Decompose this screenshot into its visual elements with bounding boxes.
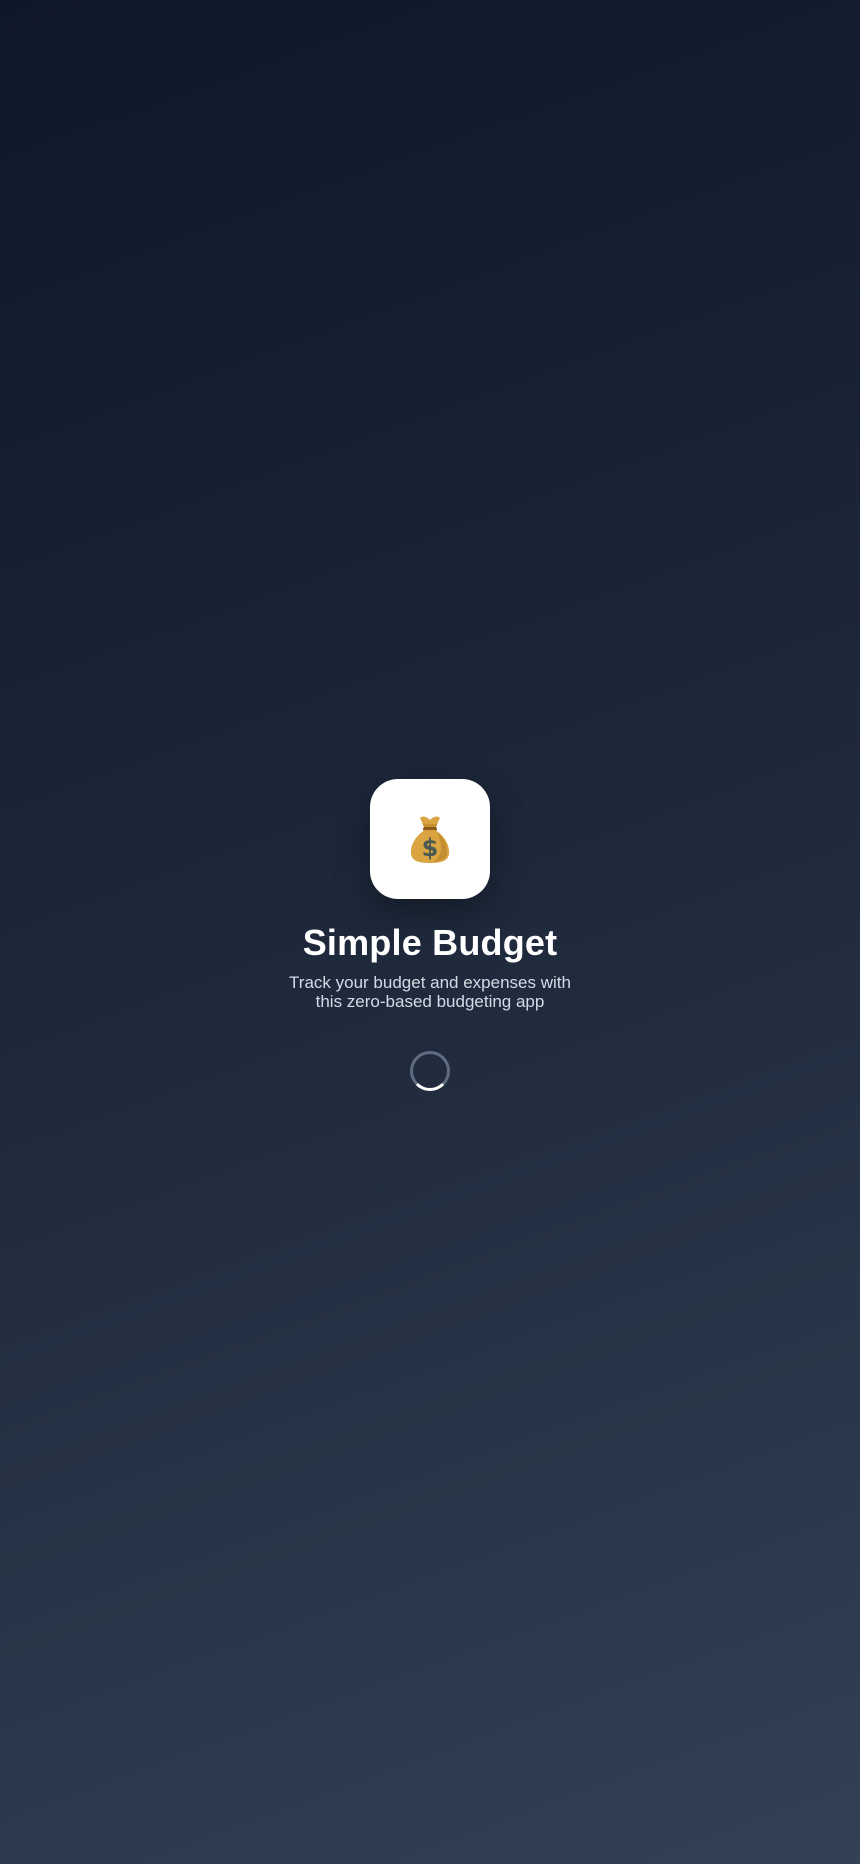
splash-screen: $ Simple Budget Track your budget and ex… — [0, 779, 860, 1091]
money-bag-icon: $ — [407, 814, 453, 864]
loading-spinner — [410, 1051, 450, 1091]
svg-text:$: $ — [422, 834, 439, 862]
app-logo: $ — [370, 779, 490, 899]
app-tagline: Track your budget and expenses with this… — [289, 973, 571, 1011]
app-title: Simple Budget — [302, 922, 558, 963]
